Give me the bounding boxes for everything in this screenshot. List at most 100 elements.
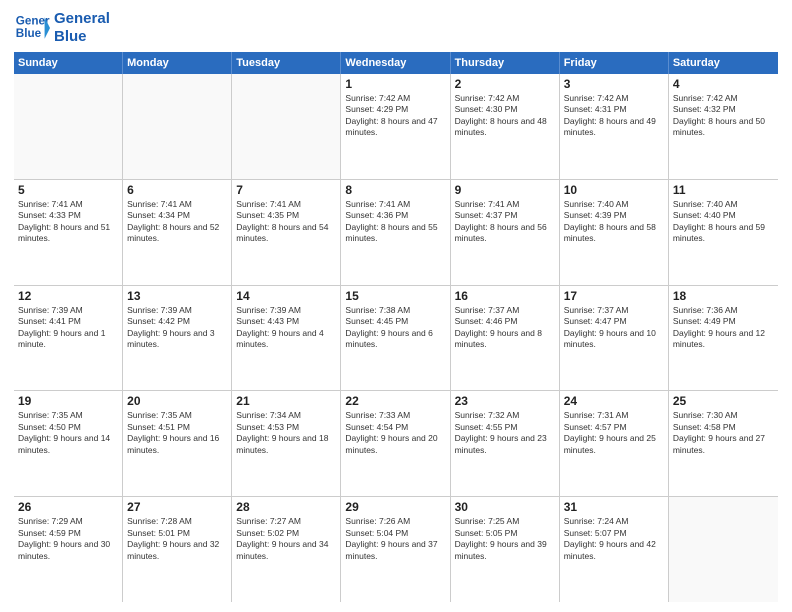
- cal-cell: 6 Sunrise: 7:41 AM Sunset: 4:34 PM Daylig…: [123, 180, 232, 285]
- day-number: 31: [564, 500, 664, 514]
- cal-cell: 28 Sunrise: 7:27 AM Sunset: 5:02 PM Dayli…: [232, 497, 341, 602]
- header-day-friday: Friday: [560, 52, 669, 74]
- day-number: 13: [127, 289, 227, 303]
- cell-content: Sunrise: 7:38 AM Sunset: 4:45 PM Dayligh…: [345, 305, 445, 351]
- day-number: 23: [455, 394, 555, 408]
- cal-cell: [669, 497, 778, 602]
- day-number: 9: [455, 183, 555, 197]
- day-number: 29: [345, 500, 445, 514]
- cell-content: Sunrise: 7:28 AM Sunset: 5:01 PM Dayligh…: [127, 516, 227, 562]
- cell-content: Sunrise: 7:42 AM Sunset: 4:32 PM Dayligh…: [673, 93, 774, 139]
- cell-content: Sunrise: 7:35 AM Sunset: 4:50 PM Dayligh…: [18, 410, 118, 456]
- week-row-5: 26 Sunrise: 7:29 AM Sunset: 4:59 PM Dayli…: [14, 497, 778, 602]
- day-number: 26: [18, 500, 118, 514]
- day-number: 4: [673, 77, 774, 91]
- page: General Blue General Blue SundayMondayTu…: [0, 0, 792, 612]
- calendar-body: 1 Sunrise: 7:42 AM Sunset: 4:29 PM Daylig…: [14, 74, 778, 602]
- day-number: 10: [564, 183, 664, 197]
- day-number: 24: [564, 394, 664, 408]
- cell-content: Sunrise: 7:37 AM Sunset: 4:46 PM Dayligh…: [455, 305, 555, 351]
- cal-cell: 7 Sunrise: 7:41 AM Sunset: 4:35 PM Daylig…: [232, 180, 341, 285]
- day-number: 27: [127, 500, 227, 514]
- day-number: 6: [127, 183, 227, 197]
- cell-content: Sunrise: 7:34 AM Sunset: 4:53 PM Dayligh…: [236, 410, 336, 456]
- cal-cell: 25Sunrise: 7:30 AM Sunset: 4:58 PM Dayli…: [669, 391, 778, 496]
- header-day-monday: Monday: [123, 52, 232, 74]
- calendar: SundayMondayTuesdayWednesdayThursdayFrid…: [14, 52, 778, 602]
- cell-content: Sunrise: 7:41 AM Sunset: 4:37 PM Dayligh…: [455, 199, 555, 245]
- day-number: 3: [564, 77, 664, 91]
- cell-content: Sunrise: 7:27 AM Sunset: 5:02 PM Dayligh…: [236, 516, 336, 562]
- day-number: 14: [236, 289, 336, 303]
- logo-text: General Blue: [54, 10, 110, 46]
- cal-cell: 18 Sunrise: 7:36 AM Sunset: 4:49 PM Dayli…: [669, 286, 778, 391]
- day-number: 20: [127, 394, 227, 408]
- cal-cell: 20Sunrise: 7:35 AM Sunset: 4:51 PM Dayli…: [123, 391, 232, 496]
- cal-cell: 2 Sunrise: 7:42 AM Sunset: 4:30 PM Daylig…: [451, 74, 560, 179]
- day-number: 15: [345, 289, 445, 303]
- cell-content: Sunrise: 7:41 AM Sunset: 4:36 PM Dayligh…: [345, 199, 445, 245]
- cell-content: Sunrise: 7:41 AM Sunset: 4:35 PM Dayligh…: [236, 199, 336, 245]
- cal-cell: 23 Sunrise: 7:32 AM Sunset: 4:55 PM Dayli…: [451, 391, 560, 496]
- day-number: 12: [18, 289, 118, 303]
- cal-cell: [123, 74, 232, 179]
- cell-content: Sunrise: 7:39 AM Sunset: 4:42 PM Dayligh…: [127, 305, 227, 351]
- cell-content: Sunrise: 7:40 AM Sunset: 4:40 PM Dayligh…: [673, 199, 774, 245]
- logo-icon: General Blue: [14, 10, 50, 46]
- day-number: 17: [564, 289, 664, 303]
- cal-cell: 11Sunrise: 7:40 AM Sunset: 4:40 PM Dayli…: [669, 180, 778, 285]
- cal-cell: 30Sunrise: 7:25 AM Sunset: 5:05 PM Dayli…: [451, 497, 560, 602]
- cal-cell: 24Sunrise: 7:31 AM Sunset: 4:57 PM Dayli…: [560, 391, 669, 496]
- cal-cell: 3 Sunrise: 7:42 AM Sunset: 4:31 PM Daylig…: [560, 74, 669, 179]
- cell-content: Sunrise: 7:42 AM Sunset: 4:29 PM Dayligh…: [345, 93, 445, 139]
- cell-content: Sunrise: 7:32 AM Sunset: 4:55 PM Dayligh…: [455, 410, 555, 456]
- cell-content: Sunrise: 7:29 AM Sunset: 4:59 PM Dayligh…: [18, 516, 118, 562]
- cal-cell: 27 Sunrise: 7:28 AM Sunset: 5:01 PM Dayli…: [123, 497, 232, 602]
- header-day-tuesday: Tuesday: [232, 52, 341, 74]
- cell-content: Sunrise: 7:39 AM Sunset: 4:41 PM Dayligh…: [18, 305, 118, 351]
- cell-content: Sunrise: 7:24 AM Sunset: 5:07 PM Dayligh…: [564, 516, 664, 562]
- cell-content: Sunrise: 7:41 AM Sunset: 4:34 PM Dayligh…: [127, 199, 227, 245]
- svg-text:Blue: Blue: [16, 27, 42, 40]
- day-number: 1: [345, 77, 445, 91]
- day-number: 2: [455, 77, 555, 91]
- day-number: 5: [18, 183, 118, 197]
- calendar-header: SundayMondayTuesdayWednesdayThursdayFrid…: [14, 52, 778, 74]
- cell-content: Sunrise: 7:25 AM Sunset: 5:05 PM Dayligh…: [455, 516, 555, 562]
- day-number: 18: [673, 289, 774, 303]
- day-number: 8: [345, 183, 445, 197]
- cell-content: Sunrise: 7:36 AM Sunset: 4:49 PM Dayligh…: [673, 305, 774, 351]
- day-number: 28: [236, 500, 336, 514]
- cal-cell: 5 Sunrise: 7:41 AM Sunset: 4:33 PM Daylig…: [14, 180, 123, 285]
- cal-cell: 31 Sunrise: 7:24 AM Sunset: 5:07 PM Dayli…: [560, 497, 669, 602]
- cal-cell: 17 Sunrise: 7:37 AM Sunset: 4:47 PM Dayli…: [560, 286, 669, 391]
- logo: General Blue General Blue: [14, 10, 110, 46]
- cell-content: Sunrise: 7:42 AM Sunset: 4:30 PM Dayligh…: [455, 93, 555, 139]
- week-row-2: 5 Sunrise: 7:41 AM Sunset: 4:33 PM Daylig…: [14, 180, 778, 286]
- cell-content: Sunrise: 7:39 AM Sunset: 4:43 PM Dayligh…: [236, 305, 336, 351]
- cal-cell: 10 Sunrise: 7:40 AM Sunset: 4:39 PM Dayli…: [560, 180, 669, 285]
- cal-cell: 14 Sunrise: 7:39 AM Sunset: 4:43 PM Dayli…: [232, 286, 341, 391]
- cal-cell: 15 Sunrise: 7:38 AM Sunset: 4:45 PM Dayli…: [341, 286, 450, 391]
- cell-content: Sunrise: 7:40 AM Sunset: 4:39 PM Dayligh…: [564, 199, 664, 245]
- cal-cell: 19Sunrise: 7:35 AM Sunset: 4:50 PM Dayli…: [14, 391, 123, 496]
- cal-cell: 29 Sunrise: 7:26 AM Sunset: 5:04 PM Dayli…: [341, 497, 450, 602]
- day-number: 22: [345, 394, 445, 408]
- cell-content: Sunrise: 7:37 AM Sunset: 4:47 PM Dayligh…: [564, 305, 664, 351]
- cell-content: Sunrise: 7:42 AM Sunset: 4:31 PM Dayligh…: [564, 93, 664, 139]
- cal-cell: 12 Sunrise: 7:39 AM Sunset: 4:41 PM Dayli…: [14, 286, 123, 391]
- cal-cell: 1 Sunrise: 7:42 AM Sunset: 4:29 PM Daylig…: [341, 74, 450, 179]
- cell-content: Sunrise: 7:41 AM Sunset: 4:33 PM Dayligh…: [18, 199, 118, 245]
- cal-cell: [232, 74, 341, 179]
- day-number: 25: [673, 394, 774, 408]
- week-row-3: 12 Sunrise: 7:39 AM Sunset: 4:41 PM Dayli…: [14, 286, 778, 392]
- header-day-saturday: Saturday: [669, 52, 778, 74]
- cell-content: Sunrise: 7:33 AM Sunset: 4:54 PM Dayligh…: [345, 410, 445, 456]
- day-number: 7: [236, 183, 336, 197]
- cal-cell: 9 Sunrise: 7:41 AM Sunset: 4:37 PM Daylig…: [451, 180, 560, 285]
- week-row-4: 19Sunrise: 7:35 AM Sunset: 4:50 PM Dayli…: [14, 391, 778, 497]
- cell-content: Sunrise: 7:26 AM Sunset: 5:04 PM Dayligh…: [345, 516, 445, 562]
- cal-cell: [14, 74, 123, 179]
- cal-cell: 21Sunrise: 7:34 AM Sunset: 4:53 PM Dayli…: [232, 391, 341, 496]
- week-row-1: 1 Sunrise: 7:42 AM Sunset: 4:29 PM Daylig…: [14, 74, 778, 180]
